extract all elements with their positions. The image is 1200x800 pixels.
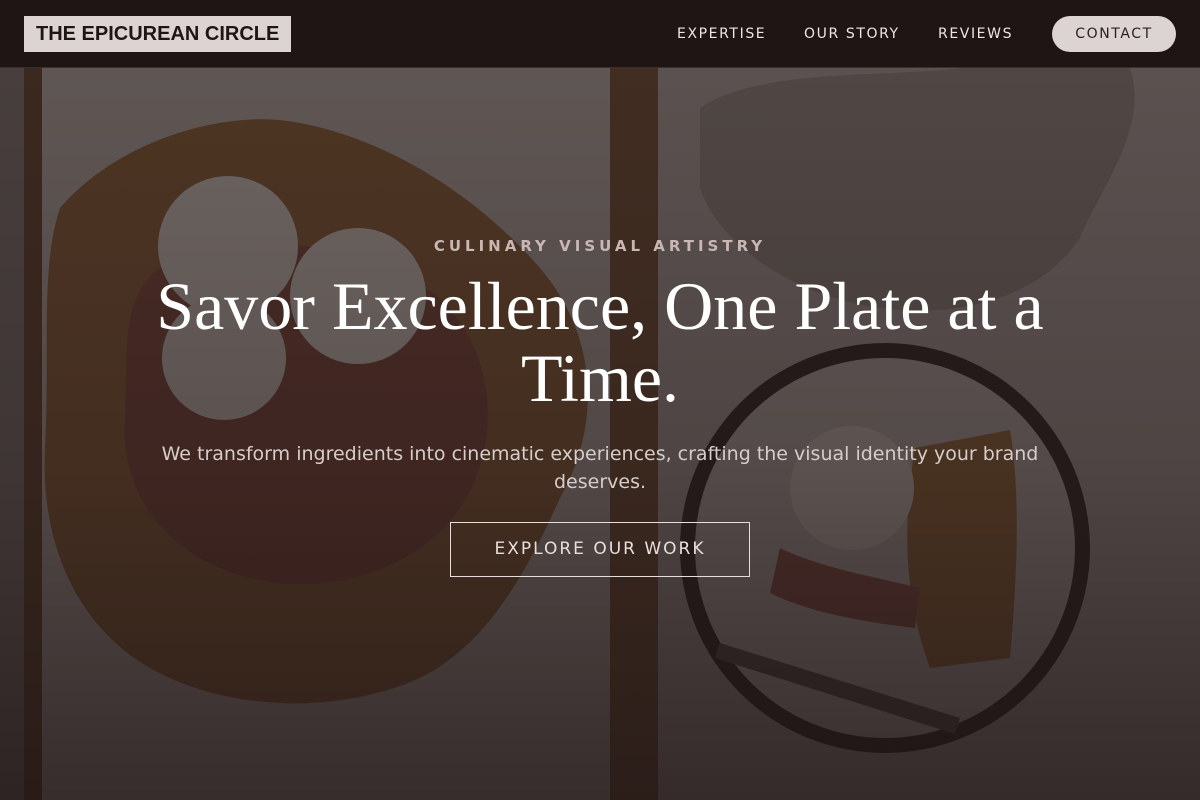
top-navigation-bar: THE EPICUREAN CIRCLE EXPERTISE OUR STORY… [0, 0, 1200, 68]
hero-section: CULINARY VISUAL ARTISTRY Savor Excellenc… [0, 68, 1200, 800]
hero-headline: Savor Excellence, One Plate at a Time. [156, 268, 1044, 416]
explore-work-button[interactable]: EXPLORE OUR WORK [450, 522, 750, 577]
nav-link-our-story[interactable]: OUR STORY [804, 24, 900, 44]
hero-eyebrow: CULINARY VISUAL ARTISTRY [433, 237, 767, 255]
hero-subtext: We transform ingredients into cinematic … [161, 443, 1039, 493]
contact-button[interactable]: CONTACT [1052, 16, 1176, 52]
brand-logo[interactable]: THE EPICUREAN CIRCLE [24, 16, 292, 52]
nav-link-reviews[interactable]: REVIEWS [938, 24, 1013, 44]
nav-link-expertise[interactable]: EXPERTISE [677, 24, 766, 44]
